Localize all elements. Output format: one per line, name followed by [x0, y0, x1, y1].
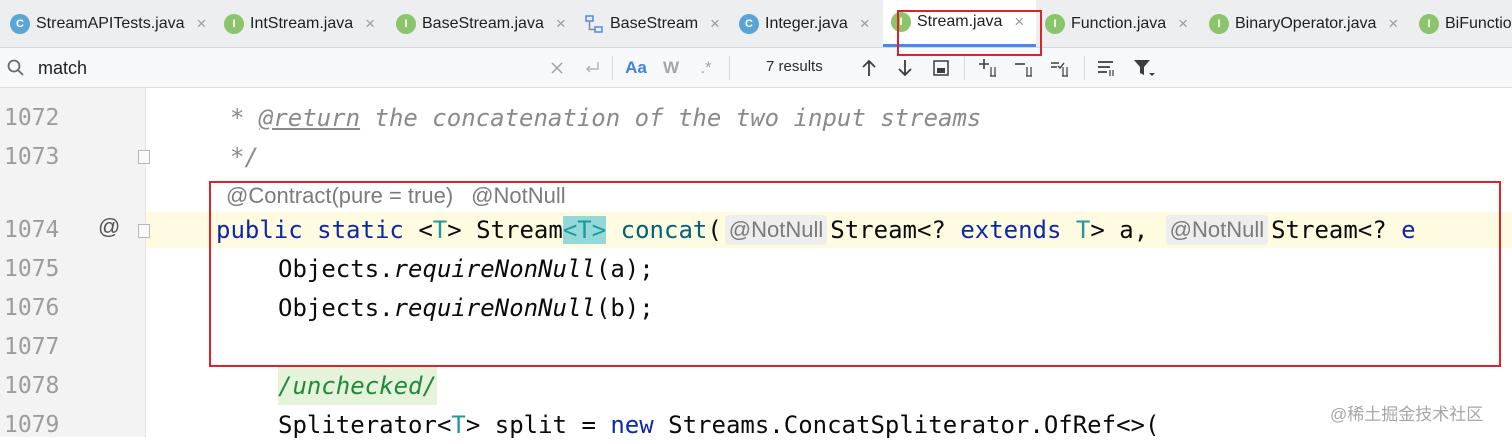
tab-label: Function.java — [1071, 14, 1167, 32]
line-number: 1076 — [4, 295, 60, 321]
search-icon[interactable] — [6, 58, 26, 78]
divider — [964, 56, 965, 80]
interface-icon: I — [224, 13, 244, 34]
filter-lines-icon[interactable] — [1094, 56, 1118, 80]
class-icon: C — [739, 13, 759, 34]
line-number: 1072 — [4, 105, 60, 131]
match-case-button[interactable]: Aa — [622, 56, 650, 80]
divider — [612, 56, 613, 80]
line-number: 1075 — [4, 256, 60, 282]
new-line-icon[interactable] — [582, 56, 602, 80]
line-number: 1079 — [4, 412, 60, 438]
close-icon[interactable]: × — [1178, 14, 1188, 34]
divider — [729, 56, 730, 80]
interface-icon: I — [1209, 13, 1229, 34]
line-number: 1074 — [4, 217, 60, 243]
tab-label: BiFunctio — [1445, 14, 1512, 32]
tab-bifunction[interactable]: I BiFunctio — [1419, 0, 1512, 47]
code-line: 1079 Spliterator<T> split = new Streams.… — [0, 406, 1512, 444]
find-bar: Aa W .* 7 results — [0, 48, 1512, 88]
fold-icon[interactable] — [138, 224, 150, 238]
divider — [1084, 56, 1085, 80]
line-number: 1073 — [4, 144, 60, 170]
tab-label: IntStream.java — [250, 14, 354, 32]
interface-icon: I — [1045, 13, 1065, 34]
regex-button[interactable]: .* — [694, 56, 718, 80]
close-icon[interactable]: × — [860, 14, 870, 34]
implements-marker-icon[interactable]: @ — [98, 214, 120, 240]
line-number: 1077 — [4, 334, 60, 360]
close-icon[interactable]: × — [1388, 14, 1398, 34]
arrow-up-icon[interactable] — [858, 56, 880, 80]
tab-label: BinaryOperator.java — [1235, 14, 1377, 32]
tab-intstream[interactable]: I IntStream.java × — [224, 0, 375, 47]
code-line: 1072 * @return the concatenation of the … — [0, 99, 1512, 137]
diagram-icon — [584, 14, 604, 34]
interface-icon: I — [396, 13, 416, 34]
search-input[interactable] — [38, 55, 538, 81]
tab-label: BaseStream.java — [422, 14, 544, 32]
interface-icon: I — [1419, 13, 1439, 34]
words-button[interactable]: W — [660, 56, 682, 80]
code-text: */ — [230, 143, 259, 171]
fold-icon[interactable] — [138, 150, 150, 164]
tab-basestream-java[interactable]: I BaseStream.java × — [396, 0, 566, 47]
tab-binaryoperator[interactable]: I BinaryOperator.java × — [1209, 0, 1398, 47]
select-all-occurrences-icon[interactable] — [1048, 56, 1074, 80]
highlight-box-tab — [897, 10, 1042, 56]
remove-occurrence-icon[interactable] — [1012, 56, 1038, 80]
results-count: 7 results — [766, 58, 823, 75]
tab-label: BaseStream — [610, 14, 699, 32]
close-icon[interactable]: × — [710, 14, 720, 34]
code-line: 1078 /unchecked/ — [0, 367, 1512, 405]
tab-label: StreamAPITests.java — [36, 14, 185, 32]
clear-icon[interactable] — [548, 56, 566, 80]
add-occurrence-icon[interactable] — [976, 56, 1002, 80]
class-icon: C — [10, 13, 30, 34]
tab-basestream-diagram[interactable]: BaseStream × — [584, 0, 720, 47]
highlight-box-code — [209, 181, 1501, 367]
tab-label: Integer.java — [765, 14, 848, 32]
line-number: 1078 — [4, 373, 60, 399]
code-line: 1073 */ — [0, 138, 1512, 176]
watermark: @稀土掘金技术社区 — [1330, 405, 1484, 424]
close-icon[interactable]: × — [365, 14, 375, 34]
close-icon[interactable]: × — [197, 14, 207, 34]
select-all-icon[interactable] — [930, 56, 952, 80]
tab-integer[interactable]: C Integer.java × — [739, 0, 870, 47]
tab-streamapitests[interactable]: C StreamAPITests.java × — [10, 0, 206, 47]
tab-function[interactable]: I Function.java × — [1045, 0, 1188, 47]
code-text: * @return the concatenation of the two i… — [230, 104, 982, 132]
arrow-down-icon[interactable] — [894, 56, 916, 80]
code-text: /unchecked/ — [278, 367, 437, 405]
editor-tab-bar: C StreamAPITests.java × I IntStream.java… — [0, 0, 1512, 48]
filter-icon[interactable] — [1130, 56, 1158, 80]
code-text: Spliterator<T> split = new Streams.Conca… — [278, 411, 1160, 439]
close-icon[interactable]: × — [556, 14, 566, 34]
